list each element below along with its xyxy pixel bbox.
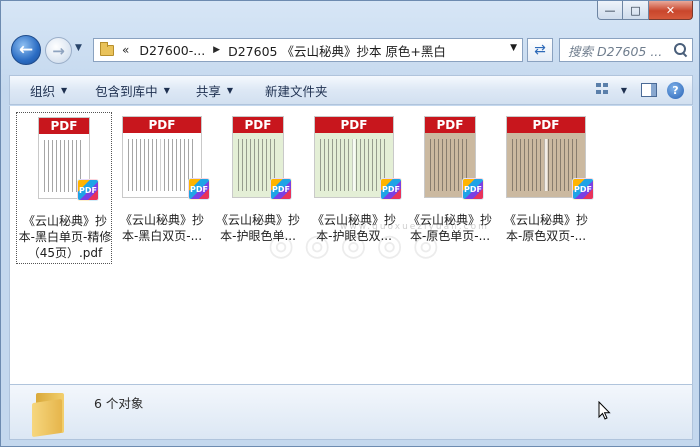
close-button[interactable]: ✕ [649, 1, 693, 20]
address-dropdown-icon[interactable]: ▼ [510, 43, 517, 53]
file-item[interactable]: PDF PDF 《云山秘典》抄本-黑白双页-... [114, 112, 210, 264]
help-icon[interactable]: ? [667, 81, 684, 99]
maximize-button[interactable]: □ [623, 1, 649, 20]
thumbnail-pdf-label: PDF [39, 118, 89, 134]
file-name: 《云山秘典》抄本-黑白双页-... [119, 213, 204, 243]
refresh-button[interactable]: ⇄ [527, 38, 553, 62]
file-name: 《云山秘典》抄本-护眼色双... [311, 213, 396, 243]
organize-menu[interactable]: 组织 ▼ [20, 81, 77, 100]
thumbnail-pdf-label: PDF [315, 117, 393, 133]
breadcrumb-item-current[interactable]: D27605 《云山秘典》抄本 原色+黑白 [228, 41, 446, 60]
pdf-app-icon: PDF [380, 178, 402, 200]
file-list[interactable]: ◎◎◎◎◎ www.guoxueziyuan.com PDF PDF 《云山秘典》抄… [9, 106, 693, 384]
file-item[interactable]: PDF PDF 《云山秘典》抄本-原色双页-... [498, 112, 594, 264]
chevron-down-icon: ▼ [61, 85, 68, 95]
preview-pane-icon[interactable] [641, 83, 657, 97]
folder-icon [100, 41, 114, 56]
file-item[interactable]: PDF PDF 《云山秘典》抄本-黑白单页-精修（45页）.pdf [16, 112, 112, 264]
page-text-preview [512, 139, 580, 191]
recent-pages-dropdown-icon[interactable]: ▼ [75, 43, 82, 53]
search-icon[interactable] [674, 43, 686, 55]
file-name: 《云山秘典》抄本-原色单页-... [407, 213, 492, 243]
search-placeholder: 搜索 D27605 ... [568, 43, 663, 59]
share-label: 共享 [195, 83, 221, 99]
minimize-button[interactable]: — [597, 1, 623, 20]
share-menu[interactable]: 共享 ▼ [186, 81, 243, 100]
breadcrumb-separator-icon[interactable]: ▶ [213, 45, 220, 55]
include-in-library-menu[interactable]: 包含到库中 ▼ [85, 81, 180, 100]
page-text-preview [320, 139, 388, 191]
file-name: 《云山秘典》抄本-黑白单页-精修（45页）.pdf [18, 214, 112, 260]
mouse-cursor-icon [598, 401, 611, 420]
back-button[interactable]: ← [11, 35, 41, 65]
thumbnail-pdf-label: PDF [233, 117, 283, 133]
breadcrumb-item[interactable]: D27600-... [139, 43, 205, 58]
page-text-preview [128, 139, 196, 191]
command-bar: 组织 ▼ 包含到库中 ▼ 共享 ▼ 新建文件夹 ▼ ? [9, 75, 693, 105]
pdf-app-icon: PDF [572, 178, 594, 200]
command-bar-right: ▼ ? [595, 81, 684, 99]
forward-button[interactable]: → [45, 37, 72, 64]
pdf-app-icon: PDF [462, 178, 484, 200]
chevron-down-icon: ▼ [163, 85, 170, 95]
details-pane: 6 个对象 [9, 384, 693, 440]
thumbnail-pdf-label: PDF [507, 117, 585, 133]
file-item[interactable]: PDF PDF 《云山秘典》抄本-护眼色双... [306, 112, 402, 264]
navigation-bar: ← → ▼ « D27600-... ▶ D27605 《云山秘典》抄本 原色+… [9, 33, 693, 69]
forward-arrow-icon: → [52, 41, 65, 60]
thumbnail-pdf-label: PDF [123, 117, 201, 133]
change-view-icon[interactable] [595, 81, 615, 99]
pdf-app-icon: PDF [188, 178, 210, 200]
caption-buttons: — □ ✕ [597, 1, 693, 20]
back-arrow-icon: ← [18, 40, 34, 60]
pdf-app-icon: PDF [77, 179, 99, 201]
breadcrumb-overflow[interactable]: « [122, 43, 129, 57]
pdf-app-icon: PDF [270, 178, 292, 200]
search-input[interactable]: 搜索 D27605 ... [559, 38, 693, 62]
thumbnail-pdf-label: PDF [425, 117, 475, 133]
item-count: 6 个对象 [94, 396, 144, 411]
chevron-down-icon: ▼ [226, 85, 234, 95]
explorer-window: — □ ✕ ← → ▼ « D27600-... ▶ D27605 《云山秘典》… [0, 0, 700, 447]
new-folder-label: 新建文件夹 [265, 83, 328, 99]
folder-icon [30, 391, 72, 438]
file-item[interactable]: PDF PDF 《云山秘典》抄本-护眼色单... [210, 112, 306, 264]
file-name: 《云山秘典》抄本-原色双页-... [503, 213, 588, 243]
view-dropdown-icon[interactable]: ▼ [621, 86, 627, 95]
include-in-library-label: 包含到库中 [95, 83, 158, 99]
new-folder-button[interactable]: 新建文件夹 [255, 81, 338, 100]
file-item[interactable]: PDF PDF 《云山秘典》抄本-原色单页-... [402, 112, 498, 264]
file-name: 《云山秘典》抄本-护眼色单... [215, 213, 300, 243]
refresh-icon: ⇄ [534, 42, 546, 58]
address-bar[interactable]: « D27600-... ▶ D27605 《云山秘典》抄本 原色+黑白 ▼ [93, 38, 523, 62]
organize-label: 组织 [30, 83, 56, 99]
